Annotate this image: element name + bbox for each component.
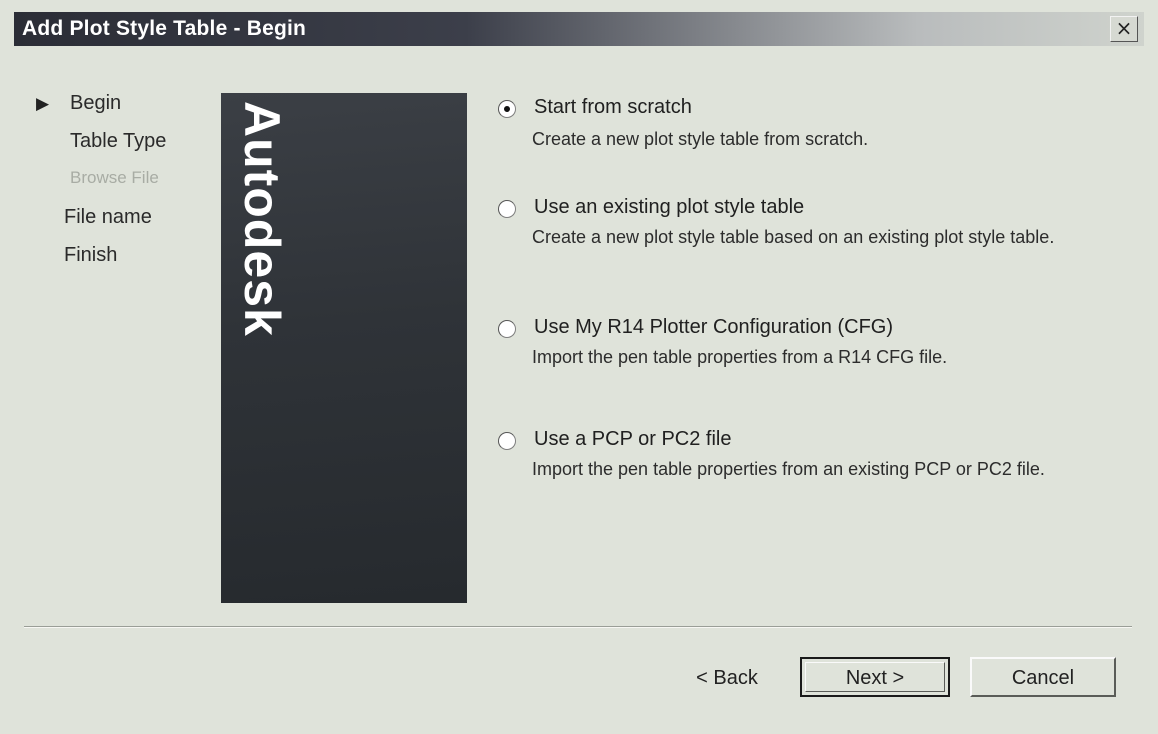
use-existing-table-radio[interactable] (498, 200, 516, 218)
close-icon: × (1115, 16, 1133, 40)
start-from-scratch-radio[interactable] (498, 100, 516, 118)
option-label[interactable]: Use My R14 Plotter Configuration (CFG) (534, 316, 893, 339)
option-description: Import the pen table properties from an … (532, 459, 1045, 479)
step-table-type: Table Type (30, 128, 220, 166)
title-bar[interactable]: Add Plot Style Table - Begin × (14, 12, 1144, 46)
option-label[interactable]: Start from scratch (534, 96, 692, 119)
option-label[interactable]: Use a PCP or PC2 file (534, 428, 732, 451)
autodesk-logo-text: Autodesk (234, 101, 290, 337)
option-description: Create a new plot style table based on a… (532, 227, 1055, 247)
option-description: Create a new plot style table from scrat… (532, 129, 869, 149)
wizard-steps: ▶ Begin Table Type Browse File File name… (30, 90, 220, 280)
cancel-button[interactable]: Cancel (970, 657, 1116, 697)
option-use-existing-table[interactable]: Use an existing plot style table Create … (498, 196, 1118, 276)
step-finish: Finish (30, 242, 220, 280)
step-label: Table Type (70, 130, 167, 152)
option-use-pcp-pc2[interactable]: Use a PCP or PC2 file Import the pen tab… (498, 428, 1118, 508)
close-button[interactable]: × (1110, 16, 1138, 42)
option-start-from-scratch[interactable]: Start from scratch Create a new plot sty… (498, 96, 1118, 156)
back-button-label: < Back (696, 667, 758, 689)
next-button-label: Next > (845, 667, 905, 689)
step-file-name: File name (30, 204, 220, 242)
step-label: File name (64, 206, 152, 228)
step-begin: ▶ Begin (30, 90, 220, 128)
option-use-r14-cfg[interactable]: Use My R14 Plotter Configuration (CFG) I… (498, 316, 1118, 376)
back-button[interactable]: < Back (656, 657, 798, 697)
play-arrow-icon: ▶ (36, 94, 50, 113)
option-label[interactable]: Use an existing plot style table (534, 196, 804, 219)
step-label: Browse File (70, 168, 159, 187)
cancel-button-label: Cancel (1011, 667, 1075, 689)
option-description: Import the pen table properties from a R… (532, 347, 948, 367)
next-button[interactable]: Next > (800, 657, 950, 697)
add-plot-style-table-dialog: Add Plot Style Table - Begin × ▶ Begin T… (0, 0, 1158, 734)
footer-separator (24, 626, 1132, 628)
dialog-title: Add Plot Style Table - Begin (22, 17, 307, 40)
use-pcp-pc2-radio[interactable] (498, 432, 516, 450)
step-label: Begin (70, 92, 122, 114)
step-browse-file: Browse File (30, 166, 220, 204)
use-r14-cfg-radio[interactable] (498, 320, 516, 338)
autodesk-banner: Autodesk (221, 93, 467, 603)
step-label: Finish (64, 244, 118, 266)
